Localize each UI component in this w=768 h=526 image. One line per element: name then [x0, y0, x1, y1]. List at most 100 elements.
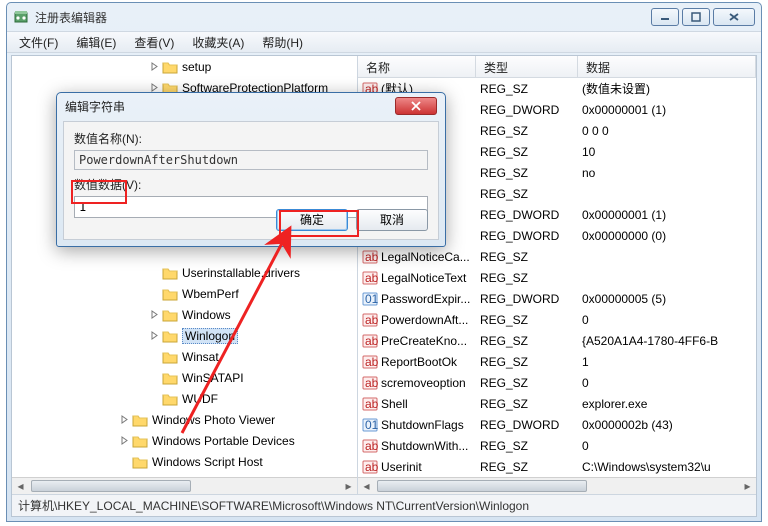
list-row[interactable]: 011PasswordExpir...REG_DWORD0x00000005 (… — [358, 288, 756, 309]
app-icon — [13, 9, 29, 25]
cancel-button[interactable]: 取消 — [356, 209, 428, 231]
scroll-left-icon[interactable]: ◂ — [358, 478, 375, 495]
dialog-titlebar[interactable]: 编辑字符串 — [57, 93, 445, 119]
value-icon: ab — [362, 459, 378, 475]
menu-favorites[interactable]: 收藏夹(A) — [184, 32, 252, 53]
value-name: PreCreateKno... — [381, 334, 467, 348]
folder-icon — [162, 392, 178, 406]
menu-edit[interactable]: 编辑(E) — [68, 32, 124, 53]
list-header[interactable]: 名称 类型 数据 — [358, 56, 756, 78]
col-type[interactable]: 类型 — [476, 56, 578, 77]
value-icon: ab — [362, 249, 378, 265]
tree-item[interactable]: WinSATAPI — [12, 367, 357, 388]
list-row[interactable]: abPowerdownAft...REG_SZ0 — [358, 309, 756, 330]
value-data: 0 0 0 — [578, 124, 756, 138]
value-type: REG_SZ — [476, 187, 578, 201]
svg-text:ab: ab — [365, 439, 378, 453]
tree-label: Userinstallable.drivers — [182, 266, 300, 280]
value-icon: ab — [362, 375, 378, 391]
value-type: REG_SZ — [476, 376, 578, 390]
value-name: PasswordExpir... — [381, 292, 470, 306]
tree-label: Windows — [182, 308, 231, 322]
expand-icon[interactable] — [118, 414, 130, 426]
svg-text:ab: ab — [365, 334, 378, 348]
tree-item[interactable]: Winlogon — [12, 325, 357, 346]
list-row[interactable]: abShutdownWith...REG_SZ0 — [358, 435, 756, 456]
expand-icon[interactable] — [118, 435, 130, 447]
maximize-button[interactable] — [682, 8, 710, 26]
folder-icon — [162, 350, 178, 364]
minimize-button[interactable] — [651, 8, 679, 26]
value-icon: ab — [362, 354, 378, 370]
value-type: REG_SZ — [476, 250, 578, 264]
value-type: REG_SZ — [476, 397, 578, 411]
value-name-label: 数值名称(N): — [74, 130, 428, 147]
value-icon: ab — [362, 270, 378, 286]
tree-hscroll[interactable]: ◂ ▸ — [12, 477, 357, 494]
tree-item[interactable]: setup — [12, 56, 357, 77]
value-data: 0x00000001 (1) — [578, 208, 756, 222]
value-name-field[interactable] — [74, 150, 428, 170]
tree-item[interactable]: Windows Script Host — [12, 451, 357, 472]
value-icon: ab — [362, 333, 378, 349]
edit-string-dialog[interactable]: 编辑字符串 数值名称(N): 数值数据(V): 确定 取消 — [56, 92, 446, 247]
tree-item[interactable]: Userinstallable.drivers — [12, 262, 357, 283]
svg-text:ab: ab — [365, 376, 378, 390]
value-data: 0x0000002b (43) — [578, 418, 756, 432]
value-data: {A520A1A4-1780-4FF6-B — [578, 334, 756, 348]
list-row[interactable]: 011ShutdownFlagsREG_DWORD0x0000002b (43) — [358, 414, 756, 435]
tree-label: WinSATAPI — [182, 371, 244, 385]
scroll-right-icon[interactable]: ▸ — [340, 478, 357, 495]
menu-file[interactable]: 文件(F) — [11, 32, 66, 53]
ok-button[interactable]: 确定 — [276, 209, 348, 231]
tree-item[interactable]: WbemPerf — [12, 283, 357, 304]
list-row[interactable]: abscremoveoptionREG_SZ0 — [358, 372, 756, 393]
tree-item[interactable]: Windows Portable Devices — [12, 430, 357, 451]
list-row[interactable]: abLegalNoticeCa...REG_SZ — [358, 246, 756, 267]
expand-icon[interactable] — [148, 309, 160, 321]
value-type: REG_DWORD — [476, 229, 578, 243]
tree-label: WbemPerf — [182, 287, 239, 301]
value-data: 0 — [578, 439, 756, 453]
close-button[interactable] — [713, 8, 755, 26]
scroll-left-icon[interactable]: ◂ — [12, 478, 29, 495]
tree-item[interactable]: Windows — [12, 304, 357, 325]
col-name[interactable]: 名称 — [358, 56, 476, 77]
tree-item[interactable]: WUDF — [12, 388, 357, 409]
tree-label: Windows Portable Devices — [152, 434, 295, 448]
value-type: REG_SZ — [476, 439, 578, 453]
tree-item[interactable]: Windows Photo Viewer — [12, 409, 357, 430]
expand-icon[interactable] — [148, 61, 160, 73]
list-row[interactable]: abLegalNoticeTextREG_SZ — [358, 267, 756, 288]
list-row[interactable]: abPreCreateKno...REG_SZ{A520A1A4-1780-4F… — [358, 330, 756, 351]
value-icon: 011 — [362, 291, 378, 307]
svg-text:ab: ab — [365, 313, 378, 327]
svg-text:011: 011 — [365, 418, 378, 432]
svg-text:ab: ab — [365, 460, 378, 474]
folder-icon — [162, 308, 178, 322]
list-row[interactable]: abReportBootOkREG_SZ1 — [358, 351, 756, 372]
expand-icon[interactable] — [148, 330, 160, 342]
statusbar: 计算机\HKEY_LOCAL_MACHINE\SOFTWARE\Microsof… — [12, 494, 756, 516]
menu-help[interactable]: 帮助(H) — [254, 32, 311, 53]
col-data[interactable]: 数据 — [578, 56, 756, 77]
value-type: REG_SZ — [476, 271, 578, 285]
menubar: 文件(F) 编辑(E) 查看(V) 收藏夹(A) 帮助(H) — [7, 31, 761, 53]
list-hscroll[interactable]: ◂ ▸ — [358, 477, 756, 494]
caption-buttons — [651, 8, 755, 26]
value-data: explorer.exe — [578, 397, 756, 411]
titlebar[interactable]: 注册表编辑器 — [7, 3, 761, 31]
dialog-close-button[interactable] — [395, 97, 437, 115]
list-row[interactable]: abShellREG_SZexplorer.exe — [358, 393, 756, 414]
tree-item[interactable]: Winsat — [12, 346, 357, 367]
value-type: REG_DWORD — [476, 418, 578, 432]
list-row[interactable]: abUserinitREG_SZC:\Windows\system32\u — [358, 456, 756, 477]
tree-label: WUDF — [182, 392, 218, 406]
value-icon: ab — [362, 312, 378, 328]
value-type: REG_DWORD — [476, 208, 578, 222]
value-data: no — [578, 166, 756, 180]
value-data-label: 数值数据(V): — [74, 176, 428, 193]
folder-icon — [162, 329, 178, 343]
scroll-right-icon[interactable]: ▸ — [739, 478, 756, 495]
menu-view[interactable]: 查看(V) — [126, 32, 182, 53]
